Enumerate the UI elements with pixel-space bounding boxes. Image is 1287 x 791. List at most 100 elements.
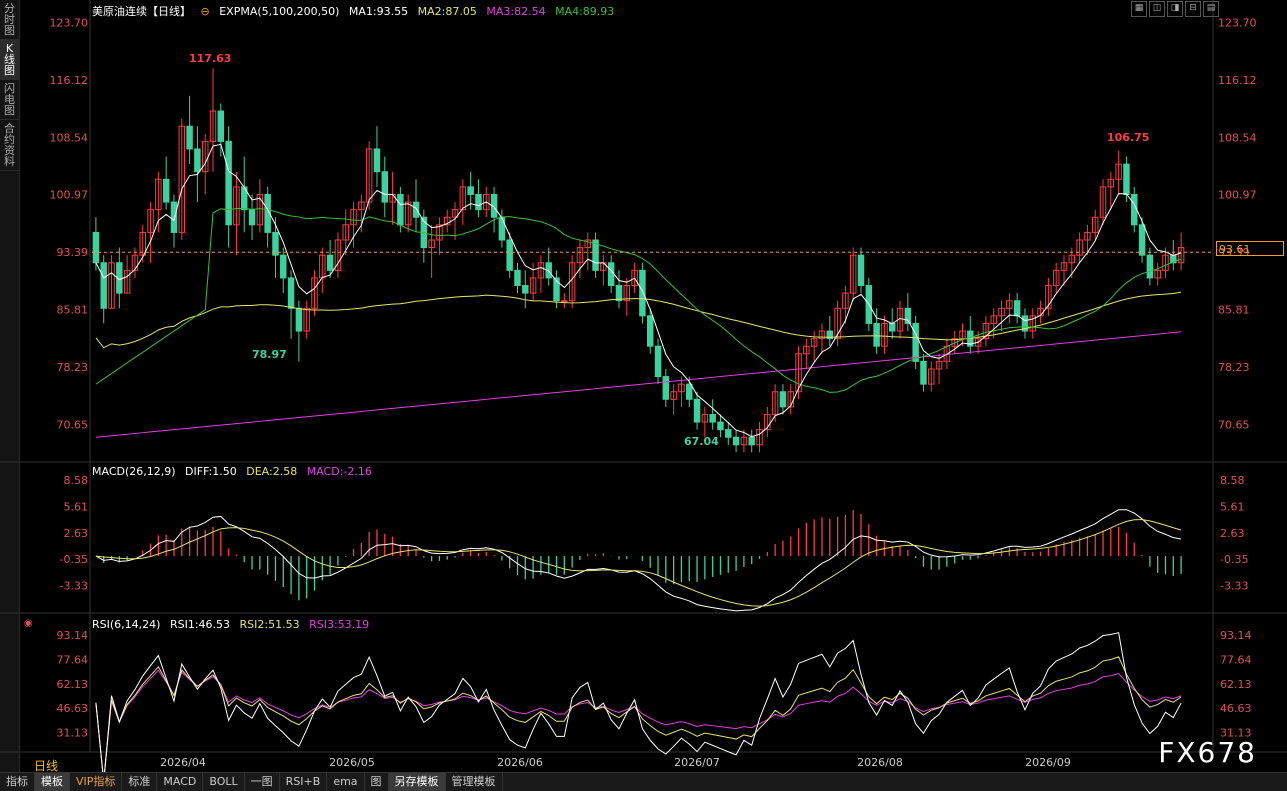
bottom-tab-4[interactable]: MACD xyxy=(157,773,204,791)
rsi-legend: RSI(6,14,24) RSI1:46.53 RSI2:51.53 RSI3:… xyxy=(92,618,375,631)
candle-body xyxy=(873,322,880,347)
rsi-tick-label: 93.14 xyxy=(1220,629,1252,642)
macd-tick-label: 5.61 xyxy=(1220,500,1245,513)
candle-body xyxy=(1123,163,1130,195)
price-tick-label: 70.65 xyxy=(57,419,89,432)
chart-title: 美原油连续【日线】 xyxy=(92,5,191,18)
candle-body xyxy=(686,383,693,400)
bottom-tab-0[interactable]: 指标 xyxy=(0,773,35,791)
indicator-name: EXPMA(5,100,200,50) xyxy=(219,5,340,18)
price-tick-label: 116.12 xyxy=(50,74,89,87)
candle-body xyxy=(1146,254,1154,279)
bottom-tab-2[interactable]: VIP指标 xyxy=(70,773,123,791)
window-toolbar: ▦ ◫ ◨ ⊟ ▤ xyxy=(1129,1,1219,17)
date-tick-label: 2026/04 xyxy=(160,756,206,769)
candle-body xyxy=(920,360,927,385)
candle-body xyxy=(506,239,513,271)
candle-body xyxy=(725,429,732,438)
price-tick-label: 100.97 xyxy=(50,189,89,202)
macd-tick-label: 2.63 xyxy=(64,527,89,540)
candle-body xyxy=(654,345,662,378)
date-tick-label: 2026/09 xyxy=(1025,756,1071,769)
ma2-value: MA2:87.05 xyxy=(417,5,477,18)
bottom-tab-5[interactable]: BOLL xyxy=(203,773,245,791)
rsi-tick-label: 62.13 xyxy=(57,678,89,691)
split-icon[interactable]: ◫ xyxy=(1149,1,1165,17)
candle-body xyxy=(475,193,482,211)
low-annotation-2: 67.04 xyxy=(684,435,719,448)
bottom-tab-11[interactable]: 管理模板 xyxy=(446,773,503,791)
price-tick-label: 100.97 xyxy=(1218,189,1257,202)
watermark-logo: FX678 xyxy=(1158,736,1257,769)
bottom-tab-3[interactable]: 标准 xyxy=(122,773,158,791)
rsi-tick-label: 93.14 xyxy=(57,629,89,642)
date-tick-label: 2026/05 xyxy=(329,756,375,769)
candle-body xyxy=(912,322,919,362)
price-tick-label: 78.23 xyxy=(57,361,89,374)
price-tick-label: 93.39 xyxy=(57,246,89,259)
date-tick-label: 2026/06 xyxy=(497,756,543,769)
grid-icon[interactable]: ▤ xyxy=(1203,1,1219,17)
candle-body xyxy=(514,269,521,287)
macd-diff: DIFF:1.50 xyxy=(185,465,237,478)
candle-body xyxy=(1138,224,1146,256)
date-tick-label: 2026/07 xyxy=(674,756,720,769)
ma1-value: MA1:93.55 xyxy=(348,5,409,18)
candle-body xyxy=(662,376,670,400)
candle-body xyxy=(162,178,170,203)
candle-body xyxy=(248,209,256,226)
bottom-tab-8[interactable]: ema xyxy=(327,773,365,791)
macd-tick-label: -3.33 xyxy=(1220,580,1248,593)
candle-body xyxy=(326,254,334,271)
bottom-tab-6[interactable]: 一图 xyxy=(245,773,280,791)
price-tick-label: 108.54 xyxy=(50,131,89,144)
ma3-value: MA3:82.54 xyxy=(486,5,546,18)
rsi-tick-label: 31.13 xyxy=(57,727,89,740)
low-annotation-1: 78.97 xyxy=(252,348,287,361)
price-tick-label: 85.81 xyxy=(57,304,89,317)
rsi-label: RSI(6,14,24) xyxy=(92,618,161,631)
high-annotation-1: 117.63 xyxy=(189,52,232,65)
candle-body xyxy=(748,436,755,446)
rsi-tick-label: 77.64 xyxy=(57,653,89,666)
up-down-icon[interactable]: ⊟ xyxy=(1185,1,1201,17)
candle-body xyxy=(732,436,740,446)
bottom-tab-1[interactable]: 模板 xyxy=(35,773,70,791)
bottom-tab-7[interactable]: RSI+B xyxy=(280,773,328,791)
settings-icon[interactable]: ⊖ xyxy=(201,5,210,18)
date-tick-label: 2026/08 xyxy=(857,756,903,769)
rsi2-value: RSI2:51.53 xyxy=(239,618,300,631)
rsi-tick-label: 77.64 xyxy=(1220,653,1252,666)
candle-body xyxy=(217,110,225,142)
candle-body xyxy=(92,231,100,264)
kline-chart[interactable]: 123.70 123.70 116.12 116.12 108.54 108.54 100.… xyxy=(0,0,1287,772)
bottom-tab-9[interactable]: 图 xyxy=(365,773,389,791)
price-tick-label: 116.12 xyxy=(1218,74,1257,87)
left-right-icon[interactable]: ◨ xyxy=(1167,1,1183,17)
candle-body xyxy=(295,307,303,332)
candle-body xyxy=(498,216,506,241)
candle-body xyxy=(1131,193,1138,226)
ma4-value: MA4:89.93 xyxy=(555,5,615,18)
candle-body xyxy=(639,269,646,317)
candle-body xyxy=(904,307,912,324)
candle-body xyxy=(646,315,654,347)
layout-icon[interactable]: ▦ xyxy=(1131,1,1147,17)
price-tick-label: 78.23 xyxy=(1218,361,1250,374)
current-price-tag: 93.61 xyxy=(1216,241,1284,256)
rsi3-line xyxy=(95,669,1182,772)
rsi-settings-icon[interactable]: ◉ xyxy=(24,618,33,629)
candle-body xyxy=(561,300,568,303)
price-tick-label: 108.54 xyxy=(1218,131,1257,144)
candle-body xyxy=(717,421,724,431)
macd-tick-label: 8.58 xyxy=(1220,474,1245,487)
high-annotation-2: 106.75 xyxy=(1107,131,1150,144)
candle-body xyxy=(194,148,201,173)
macd-tick-label: 8.58 xyxy=(64,474,89,487)
macd-dea-line xyxy=(95,519,1182,607)
candle-body xyxy=(280,254,287,279)
bottom-tab-10[interactable]: 另存模板 xyxy=(388,773,446,791)
price-tick-label: 123.70 xyxy=(50,16,89,29)
candle-body xyxy=(170,201,178,233)
macd-legend: MACD(26,12,9) DIFF:1.50 DEA:2.58 MACD:-2… xyxy=(92,465,378,478)
